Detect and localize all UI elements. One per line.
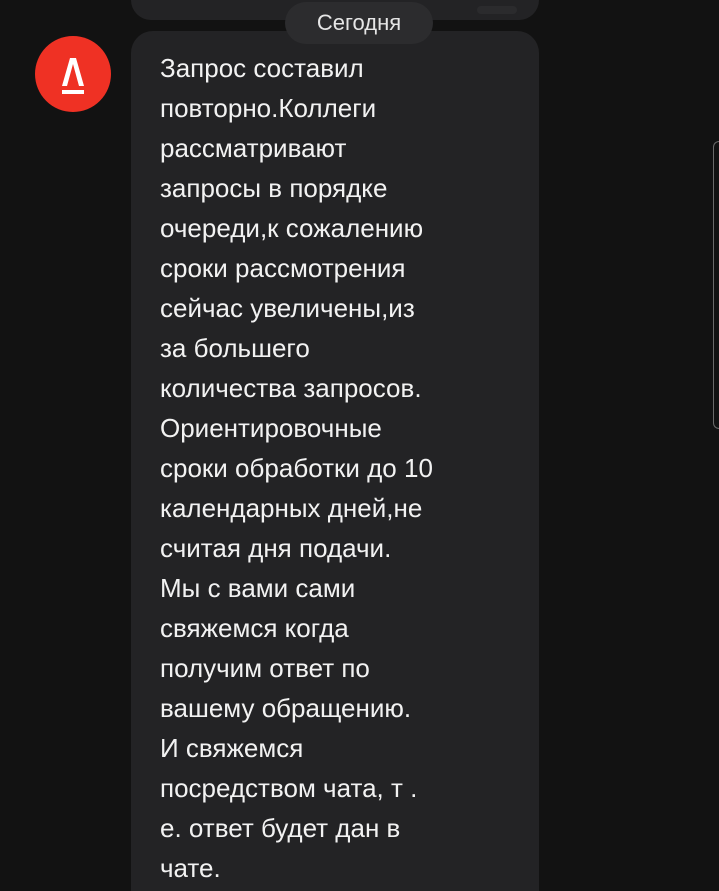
- message-text: Запрос составил повторно.Коллеги рассматри…: [160, 48, 519, 888]
- alfa-logo-icon: [62, 58, 84, 94]
- message-line: сроки обработки до 10: [160, 453, 433, 483]
- message-line: сроки рассмотрения: [160, 253, 406, 283]
- date-separator: Сегодня: [285, 2, 433, 44]
- message-line: свяжемся когда: [160, 613, 349, 643]
- previous-message-timestamp: [477, 6, 517, 14]
- message-line: Мы с вами сами: [160, 573, 356, 603]
- message-line: Запрос составил: [160, 53, 364, 83]
- scrollbar[interactable]: [713, 141, 719, 429]
- message-line: рассматривают: [160, 133, 347, 163]
- message-line: за большего: [160, 333, 310, 363]
- message-line: очереди,к сожалению: [160, 213, 424, 243]
- message-line: запросы в порядке: [160, 173, 388, 203]
- message-line: посредством чата, т .: [160, 773, 418, 803]
- message-bubble[interactable]: Запрос составил повторно.Коллеги рассматри…: [131, 31, 539, 891]
- message-line: е. ответ будет дан в: [160, 813, 401, 843]
- message-line: получим ответ по: [160, 653, 370, 683]
- message-line: И свяжемся: [160, 733, 304, 763]
- message-line: считая дня подачи.: [160, 533, 392, 563]
- chat-view: Сегодня Запрос составил повторно.Коллеги р…: [0, 0, 719, 891]
- message-line: количества запросов.: [160, 373, 422, 403]
- message-line: повторно.Коллеги: [160, 93, 377, 123]
- bank-avatar[interactable]: [35, 36, 111, 112]
- message-line: сейчас увеличены,из: [160, 293, 415, 323]
- message-line: Ориентировочные: [160, 413, 382, 443]
- message-line: календарных дней,не: [160, 493, 423, 523]
- message-line: чате.: [160, 853, 221, 883]
- message-line: вашему обращению.: [160, 693, 412, 723]
